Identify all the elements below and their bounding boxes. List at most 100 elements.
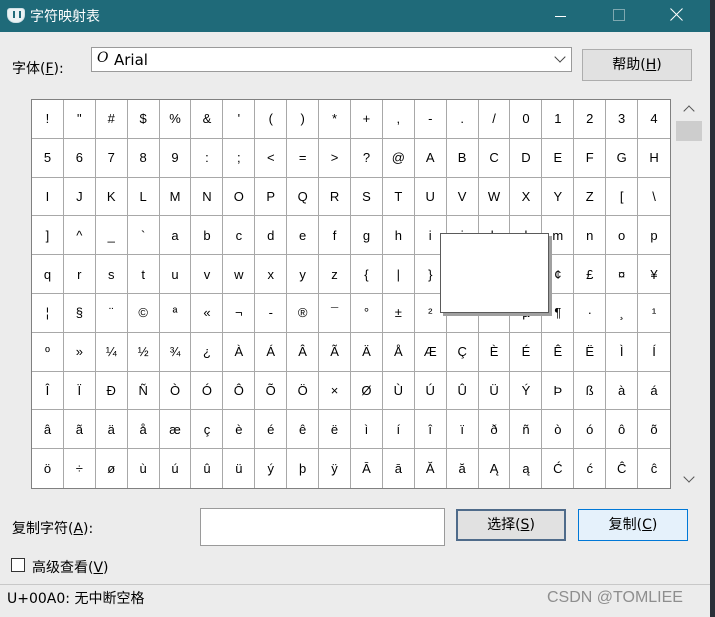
character-cell[interactable]: )	[287, 100, 320, 139]
character-cell[interactable]: S	[350, 177, 383, 217]
character-cell[interactable]: ¿	[191, 332, 224, 372]
character-cell[interactable]: Å	[382, 332, 415, 372]
copy-button[interactable]: 复制(C)	[578, 509, 688, 541]
character-cell[interactable]: Ü	[478, 371, 511, 411]
character-cell[interactable]: ¯	[319, 293, 351, 333]
character-cell[interactable]: Á	[255, 332, 288, 372]
character-cell[interactable]: ¨	[95, 293, 128, 333]
close-button[interactable]	[654, 0, 700, 32]
character-cell[interactable]: ã	[63, 410, 96, 450]
character-cell[interactable]: «	[191, 293, 224, 333]
character-cell[interactable]: &	[191, 100, 224, 139]
character-cell[interactable]: ù	[128, 449, 160, 488]
character-cell[interactable]: 9	[159, 138, 192, 178]
character-cell[interactable]: Ć	[542, 449, 575, 488]
character-cell[interactable]: ô	[606, 410, 639, 450]
character-cell[interactable]: F	[574, 138, 607, 178]
character-cell[interactable]: "	[63, 100, 96, 139]
character-cell[interactable]: b	[191, 216, 224, 256]
character-cell[interactable]: Ë	[574, 332, 607, 372]
character-cell[interactable]: t	[127, 255, 160, 294]
character-cell[interactable]: U	[414, 177, 447, 217]
character-cell[interactable]: ä	[95, 410, 128, 450]
character-cell[interactable]: ò	[542, 410, 575, 450]
character-cell[interactable]: ¥	[638, 255, 670, 294]
character-cell[interactable]: y	[287, 255, 320, 294]
character-cell[interactable]: H	[638, 139, 670, 178]
character-cell[interactable]: ½	[127, 332, 160, 372]
character-cell[interactable]: ë	[319, 410, 351, 450]
character-cell[interactable]: *	[319, 100, 351, 139]
character-cell[interactable]: Î	[32, 371, 64, 411]
character-cell[interactable]: B	[446, 138, 479, 178]
character-cell[interactable]: ó	[574, 410, 607, 450]
character-cell[interactable]: ĉ	[638, 449, 670, 488]
character-cell[interactable]: C	[478, 138, 511, 178]
character-cell[interactable]: x	[255, 255, 288, 294]
character-cell[interactable]: Ö	[287, 371, 320, 411]
character-cell[interactable]: å	[127, 410, 160, 450]
character-cell[interactable]: ø	[96, 449, 128, 488]
character-cell[interactable]: ]	[32, 216, 64, 256]
character-cell[interactable]: {	[350, 255, 383, 294]
character-cell[interactable]: T	[382, 177, 415, 217]
character-cell[interactable]: Ą	[479, 449, 511, 488]
character-cell[interactable]: õ	[638, 410, 670, 450]
character-cell[interactable]: L	[127, 177, 160, 217]
character-cell[interactable]: ^	[63, 216, 96, 256]
character-cell[interactable]: /	[478, 100, 511, 139]
character-cell[interactable]: h	[382, 216, 415, 256]
character-cell[interactable]: Ù	[382, 371, 415, 411]
character-cell[interactable]: û	[191, 449, 224, 488]
character-cell[interactable]: K	[95, 177, 128, 217]
character-cell[interactable]: n	[574, 216, 607, 256]
character-cell[interactable]: à	[606, 371, 639, 411]
character-cell[interactable]: -	[414, 100, 447, 139]
character-cell[interactable]: (	[255, 100, 288, 139]
character-cell[interactable]: a	[159, 216, 192, 256]
character-cell[interactable]: `	[127, 216, 160, 256]
character-cell[interactable]: ±	[382, 293, 415, 333]
character-cell[interactable]: ā	[383, 449, 415, 488]
character-cell[interactable]: ®	[287, 293, 320, 333]
character-cell[interactable]: V	[446, 177, 479, 217]
character-cell[interactable]: Þ	[542, 371, 575, 411]
title-bar[interactable]: 字符映射表	[0, 0, 710, 32]
character-cell[interactable]: 8	[127, 138, 160, 178]
grid-scrollbar[interactable]	[675, 99, 703, 489]
advanced-view-label[interactable]: 高级查看(V)	[32, 557, 109, 577]
character-cell[interactable]: £	[574, 255, 607, 294]
character-cell[interactable]: ·	[574, 293, 607, 333]
character-cell[interactable]: ß	[574, 371, 607, 411]
character-cell[interactable]: Ì	[606, 332, 639, 372]
copy-characters-input[interactable]	[200, 508, 445, 546]
character-cell[interactable]: @	[382, 138, 415, 178]
character-cell[interactable]: 7	[95, 138, 128, 178]
character-cell[interactable]: =	[287, 138, 320, 178]
character-cell[interactable]: v	[191, 255, 224, 294]
character-cell[interactable]: f	[319, 216, 351, 256]
character-cell[interactable]: >	[319, 138, 351, 178]
character-cell[interactable]: 2	[574, 100, 607, 139]
character-cell[interactable]: q	[32, 255, 64, 294]
character-cell[interactable]: ă	[447, 449, 479, 488]
character-cell[interactable]: Ú	[414, 371, 447, 411]
character-cell[interactable]: .	[446, 100, 479, 139]
character-cell[interactable]: |	[382, 255, 415, 294]
character-cell[interactable]: »	[63, 332, 96, 372]
character-cell[interactable]: ¬	[223, 293, 256, 333]
character-cell[interactable]: :	[191, 138, 224, 178]
scroll-thumb[interactable]	[676, 121, 702, 141]
character-cell[interactable]: î	[414, 410, 447, 450]
character-cell[interactable]: I	[32, 177, 64, 217]
character-cell[interactable]: 0	[510, 100, 543, 139]
character-cell[interactable]: #	[95, 100, 128, 139]
character-cell[interactable]: Ò	[159, 371, 192, 411]
character-cell[interactable]: ª	[159, 293, 192, 333]
character-cell[interactable]: z	[319, 255, 351, 294]
character-cell[interactable]: ê	[287, 410, 320, 450]
character-cell[interactable]: Â	[287, 332, 320, 372]
character-cell[interactable]: ü	[223, 449, 256, 488]
character-cell[interactable]: e	[287, 216, 320, 256]
character-cell[interactable]: O	[223, 177, 256, 217]
